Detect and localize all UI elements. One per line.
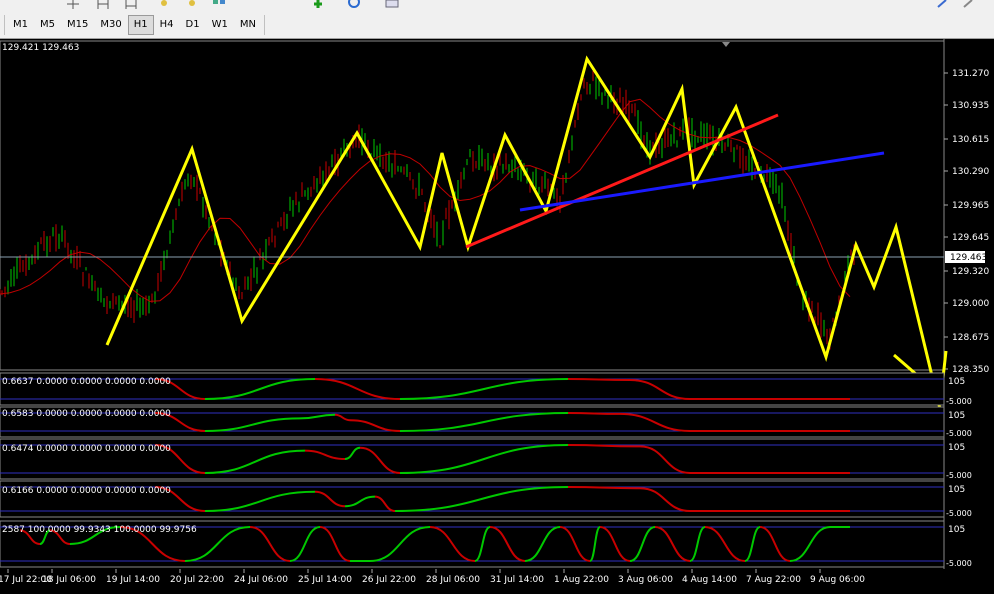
timeframe-mn[interactable]: MN — [234, 15, 262, 35]
timeframe-group: M1 M5 M15 M30 H1 H4 D1 W1 MN — [4, 15, 265, 35]
price-tick-label: 128.675 — [952, 333, 989, 343]
indicator-curve — [567, 378, 631, 381]
timeframe-m15[interactable]: M15 — [61, 15, 94, 35]
zigzag-line — [105, 55, 942, 410]
price-tick-label: 129.645 — [952, 233, 989, 243]
period-separator-icon[interactable] — [96, 0, 110, 9]
indicator-curve — [567, 486, 641, 490]
price-tick-label: 128.350 — [952, 365, 989, 375]
time-axis-label: 26 Jul 22:00 — [362, 575, 416, 585]
indicator-scale-top: 105 — [948, 411, 965, 421]
indicator-scale-bottom: -5.000 — [946, 559, 972, 568]
timeframe-d1[interactable]: D1 — [180, 15, 206, 35]
time-axis-label: 25 Jul 14:00 — [298, 575, 352, 585]
zoom-icon[interactable] — [158, 0, 172, 9]
tile-windows-icon[interactable] — [212, 0, 226, 9]
scroll-marker — [722, 42, 730, 47]
time-axis-label: 20 Jul 22:00 — [170, 575, 224, 585]
indicator-5-values: 2587 100.0000 99.9343 100.0000 99.9756 — [2, 525, 197, 535]
chart-canvas: 131.270 130.935 130.615 130.290 129.965 129.6… — [0, 39, 989, 585]
time-axis-label: 28 Jul 06:00 — [426, 575, 480, 585]
price-tick-label: 129.965 — [952, 201, 989, 211]
indicator-curve — [567, 412, 621, 415]
indicator-scale-top: 105 — [948, 525, 965, 535]
time-axis-label: 19 Jul 14:00 — [106, 575, 160, 585]
indicator-scale-bottom: -5.000 — [946, 429, 972, 438]
price-tick-label: 129.000 — [952, 299, 989, 309]
template-icon[interactable] — [385, 0, 399, 9]
main-plot-frame — [0, 40, 945, 371]
indicator-scale-bottom: -5.000 — [946, 397, 972, 406]
timeframe-m5[interactable]: M5 — [34, 15, 61, 35]
price-tick-label: 131.270 — [952, 69, 989, 79]
indicator-scale-top: 105 — [948, 377, 965, 387]
indicator-scale-top: 105 — [948, 443, 965, 453]
price-tick-label: 130.615 — [952, 135, 989, 145]
price-tick-label: 129.320 — [952, 267, 989, 277]
indicator-3-values: 0.6474 0.0000 0.0000 0.0000 0.0000 — [2, 444, 171, 454]
timeframe-m30[interactable]: M30 — [94, 15, 127, 35]
trendline-icon[interactable] — [124, 0, 138, 9]
timeframe-toolbar: M1 M5 M15 M30 H1 H4 D1 W1 MN — [0, 12, 994, 39]
indicator-scale-bottom: -5.000 — [946, 509, 972, 518]
price-tick-label: 130.290 — [952, 167, 989, 177]
time-axis-label: 4 Aug 14:00 — [682, 575, 737, 585]
time-axis-label: 7 Aug 22:00 — [746, 575, 801, 585]
indicator-4-values: 0.6166 0.0000 0.0000 0.0000 0.0000 — [2, 486, 171, 496]
red-trendline — [465, 113, 779, 249]
refresh-icon[interactable] — [347, 0, 361, 9]
price-chart[interactable]: 131.270 130.935 130.615 130.290 129.965 129.6… — [0, 39, 994, 594]
add-indicator-icon[interactable] — [311, 0, 325, 9]
indicator-1-values: 0.6637 0.0000 0.0000 0.0000 0.0000 — [2, 377, 171, 387]
time-axis-label: 31 Jul 14:00 — [490, 575, 544, 585]
indicator-scale-bottom: -5.000 — [946, 471, 972, 480]
chart-header-values: 129.421 129.463 — [2, 43, 80, 53]
indicator-scale-top: 105 — [948, 485, 965, 495]
time-axis-label: 18 Jul 06:00 — [42, 575, 96, 585]
current-price-label: 129.463 — [950, 253, 987, 263]
timeframe-h1[interactable]: H1 — [127, 15, 154, 35]
timeframe-w1[interactable]: W1 — [206, 15, 234, 35]
time-axis-label: 1 Aug 22:00 — [554, 575, 609, 585]
settings-icon[interactable] — [962, 0, 976, 9]
blue-trendline — [519, 151, 885, 212]
crosshair-icon[interactable] — [66, 0, 80, 9]
zoom-out-icon[interactable] — [186, 0, 200, 9]
price-tick-label: 130.935 — [952, 101, 989, 111]
time-axis-label: 3 Aug 06:00 — [618, 575, 673, 585]
indicator-2-values: 0.6583 0.0000 0.0000 0.0000 0.0000 — [2, 409, 171, 419]
pen-icon[interactable] — [936, 0, 950, 9]
time-axis-label: 9 Aug 06:00 — [810, 575, 865, 585]
timeframe-h4[interactable]: H4 — [154, 15, 180, 35]
timeframe-m1[interactable]: M1 — [7, 15, 34, 35]
time-axis-label: 24 Jul 06:00 — [234, 575, 288, 585]
